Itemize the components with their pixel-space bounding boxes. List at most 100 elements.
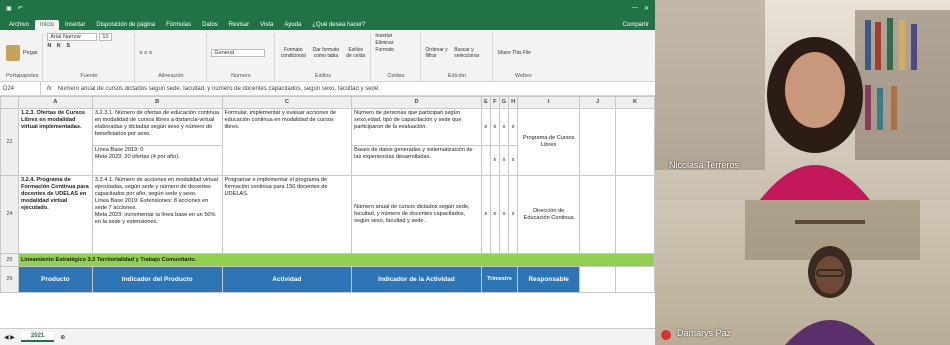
share-button[interactable]: Compartir [618,20,655,30]
undo-icon[interactable]: ↶ [18,5,23,12]
cell-i24[interactable]: Dirección de Educación Continua [517,175,581,254]
cell-a22[interactable]: 1.2.3. Ofertas de Cursos Libres en modal… [17,108,93,176]
delete-button[interactable]: Eliminar [375,40,393,46]
cell-i22[interactable]: Programa de Cursos Libres [517,108,581,176]
tab-datos[interactable]: Datos [197,20,223,30]
tab-formulas[interactable]: Fórmulas [161,20,196,30]
tab-inicio[interactable]: Inicio [35,20,60,30]
col-header-b[interactable]: B [91,96,223,109]
cell-k24[interactable] [615,175,655,254]
cell-j22[interactable] [579,108,617,176]
header-actividad[interactable]: Actividad [221,266,353,293]
video-tile-participant-2[interactable]: Damarys Paz [655,200,950,345]
save-icon[interactable]: ▣ [6,5,12,12]
col-header-e[interactable]: E [480,96,491,109]
paste-button[interactable]: Pegar [23,50,38,56]
col-header-d[interactable]: D [351,96,482,109]
cell-h23[interactable]: x [508,145,519,176]
cell-e22[interactable]: x [480,108,491,146]
align-icons[interactable]: ≡ ≡ ≡ [139,50,152,56]
header-responsable[interactable]: Responsable [517,266,581,293]
cell-e23[interactable] [480,145,491,176]
cell-c24[interactable]: Programar e implementar el programa de f… [221,175,353,254]
tab-archivo[interactable]: Archivo [4,20,34,30]
cell-g24[interactable]: x [498,175,510,254]
cell-j26[interactable] [579,266,617,293]
cell-d23[interactable]: Bases de datos generadas y sistematizaci… [351,145,482,176]
tell-me-search[interactable]: ¿Qué desea hacer? [307,20,370,30]
strategic-line-band[interactable]: Lineamiento Estratégico 3.3 Territoriali… [17,253,655,267]
ribbon-tabs: Archivo Inicio Insertar Disposición de p… [0,16,655,30]
name-box[interactable]: D24 [3,82,41,95]
insert-button[interactable]: Insertar [375,33,392,39]
cell-k22[interactable] [615,108,655,176]
header-indicador-producto[interactable]: Indicador del Producto [91,266,223,293]
cell-e24[interactable]: x [480,175,491,254]
minimize-icon[interactable]: — [632,5,638,11]
sort-filter-button[interactable]: Ordenar y filtrar [425,47,451,59]
status-bar: ◀ ▶ 2021 ⊕ [0,328,655,345]
row-header[interactable]: 22 [0,108,19,176]
cell-a24[interactable]: 3.2.4. Programa de Formación Continua pa… [17,175,93,254]
find-select-button[interactable]: Buscar y seleccionar [454,47,488,59]
close-icon[interactable]: ✕ [644,5,649,12]
tab-insertar[interactable]: Insertar [60,20,90,30]
spreadsheet-grid[interactable]: A B C D E F G H I J K 22 1.2.3. Ofertas … [0,96,655,328]
styles-label: Estilos [314,73,332,79]
format-button[interactable]: Formato [375,47,394,53]
row-header[interactable]: 25 [0,253,19,267]
cell-j24[interactable] [579,175,617,254]
header-indicador-actividad[interactable]: Indicador de la Actividad [351,266,482,293]
col-header-j[interactable]: J [579,96,617,109]
number-format-select[interactable]: General [211,49,266,57]
col-header-i[interactable]: I [517,96,581,109]
row-header[interactable]: 24 [0,175,19,254]
cell-d24[interactable]: Número anual de cursos dictados según se… [351,175,482,254]
webex-group: Share This File Webex [493,33,553,81]
cell-b24[interactable]: 3.2.4.1. Número de acciones en modalidad… [91,175,223,254]
col-header-h[interactable]: H [508,96,519,109]
cell-g23[interactable]: x [498,145,510,176]
col-header-c[interactable]: C [221,96,353,109]
header-producto[interactable]: Producto [17,266,93,293]
share-this-file-button[interactable]: Share This File [497,50,531,56]
cell-styles-button[interactable]: Estilos de celda [345,47,366,59]
cell-g22[interactable]: x [498,108,510,146]
cell-k26[interactable] [615,266,655,293]
cell-f24[interactable]: x [489,175,500,254]
header-trimestre[interactable]: Trimestre [480,266,519,293]
col-header-a[interactable]: A [17,96,93,109]
bold-italic-underline-icons[interactable]: N K S [47,43,72,49]
paste-icon[interactable] [6,45,20,61]
col-header-k[interactable]: K [615,96,655,109]
tab-vista[interactable]: Vista [255,20,278,30]
cell-b23[interactable]: Línea Base 2019: 0 Meta 2023: 20 ofertas… [91,145,223,176]
cell-f22[interactable]: x [489,108,500,146]
row-header[interactable]: 26 [0,266,19,293]
tab-revisar[interactable]: Revisar [224,20,254,30]
cell-f23[interactable]: x [489,145,500,176]
styles-group: Formato condicional Dar formato como tab… [275,33,372,81]
tab-ayuda[interactable]: Ayuda [279,20,306,30]
font-size-select[interactable]: 10 [99,33,112,41]
cell-b22[interactable]: 3.2.3.1. Número de ofertas de educación … [91,108,223,146]
tab-disposicion[interactable]: Disposición de página [91,20,160,30]
col-header-f[interactable]: F [489,96,500,109]
editing-group: Ordenar y filtrar Buscar y seleccionar E… [421,33,494,81]
font-name-select[interactable]: Arial Narrow [47,33,98,41]
format-table-button[interactable]: Dar formato como tabla [310,47,342,59]
excel-window: ▣ ↶ — ✕ Archivo Inicio Insertar Disposic… [0,0,655,345]
cell-d22[interactable]: Número de personas que participan según … [351,108,482,146]
cond-format-button[interactable]: Formato condicional [279,47,307,59]
add-sheet-icon[interactable]: ⊕ [60,334,65,341]
col-header-g[interactable]: G [498,96,510,109]
cells-label: Celdas [387,73,405,79]
cell-c22[interactable]: Formular, implementar y evaluar acciones… [221,108,353,176]
formula-input[interactable]: Número anual de cursos dictados según se… [58,86,380,92]
video-tile-participant-1[interactable]: Nicolasa Terreros [655,0,950,200]
cell-h24[interactable]: x [508,175,519,254]
sheet-tab-2021[interactable]: 2021 [20,332,55,342]
table-row: 22 1.2.3. Ofertas de Cursos Libres en mo… [0,108,655,176]
cell-h22[interactable]: x [508,108,519,146]
sheet-nav-icon[interactable]: ◀ ▶ [4,334,15,341]
